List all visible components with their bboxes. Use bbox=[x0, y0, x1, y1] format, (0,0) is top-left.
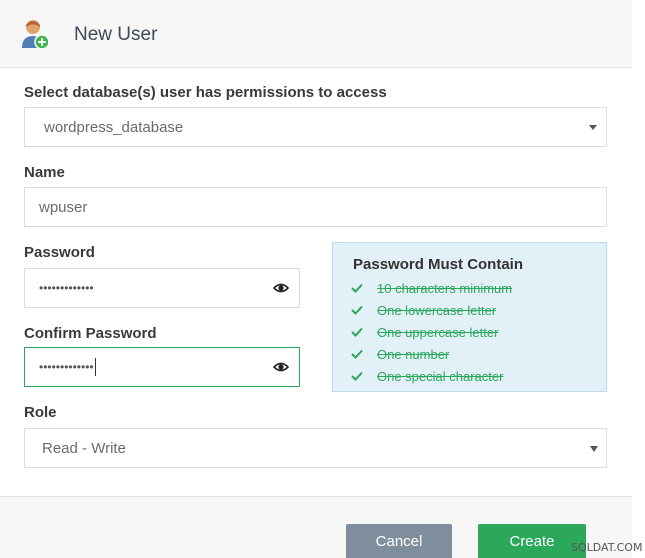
dialog-header: New User bbox=[0, 0, 632, 68]
eye-icon[interactable] bbox=[273, 361, 289, 373]
requirement-item: One uppercase letter bbox=[351, 321, 512, 343]
dialog-title: New User bbox=[74, 24, 158, 45]
role-select[interactable]: Read - Write bbox=[24, 428, 607, 468]
text-cursor bbox=[94, 358, 96, 376]
check-icon bbox=[351, 283, 363, 293]
database-selected-value: wordpress_database bbox=[44, 118, 184, 136]
confirm-password-label: Confirm Password bbox=[24, 325, 157, 342]
requirement-text: 10 characters minimum bbox=[377, 280, 513, 296]
password-requirements-box: Password Must Contain 10 characters mini… bbox=[332, 242, 607, 392]
requirement-item: One number bbox=[351, 343, 512, 365]
name-input[interactable]: wpuser bbox=[24, 187, 607, 227]
password-input[interactable]: ••••••••••••• bbox=[24, 268, 300, 308]
watermark: SQLDAT.COM bbox=[571, 541, 643, 554]
requirements-list: 10 characters minimum One lowercase lett… bbox=[351, 277, 512, 387]
user-add-icon bbox=[22, 20, 50, 50]
password-label: Password bbox=[24, 244, 95, 261]
name-label: Name bbox=[24, 164, 65, 181]
confirm-password-input[interactable]: ••••••••••••• bbox=[24, 347, 300, 387]
requirement-item: 10 characters minimum bbox=[351, 277, 512, 299]
check-icon bbox=[351, 349, 363, 359]
confirm-password-masked-value: ••••••••••••• bbox=[39, 360, 94, 374]
requirements-title: Password Must Contain bbox=[353, 256, 524, 273]
role-label: Role bbox=[24, 404, 57, 421]
requirement-text: One number bbox=[377, 346, 450, 362]
create-button[interactable]: Create bbox=[478, 524, 586, 558]
requirement-item: One lowercase letter bbox=[351, 299, 512, 321]
caret-down-icon bbox=[590, 446, 598, 452]
requirement-item: One special character bbox=[351, 365, 512, 387]
role-selected-value: Read - Write bbox=[42, 439, 126, 457]
requirement-text: One lowercase letter bbox=[377, 302, 497, 318]
cancel-button[interactable]: Cancel bbox=[346, 524, 452, 558]
check-icon bbox=[351, 327, 363, 337]
check-icon bbox=[351, 305, 363, 315]
requirement-text: One special character bbox=[377, 368, 504, 384]
caret-down-icon bbox=[589, 125, 597, 130]
password-masked-value: ••••••••••••• bbox=[39, 281, 94, 295]
check-icon bbox=[351, 371, 363, 381]
name-input-value: wpuser bbox=[39, 198, 88, 216]
confirm-password-value-wrap: ••••••••••••• bbox=[39, 348, 96, 386]
requirement-text: One uppercase letter bbox=[377, 324, 499, 340]
eye-icon[interactable] bbox=[273, 282, 289, 294]
database-select[interactable]: wordpress_database bbox=[24, 107, 607, 147]
database-label: Select database(s) user has permissions … bbox=[24, 84, 387, 101]
